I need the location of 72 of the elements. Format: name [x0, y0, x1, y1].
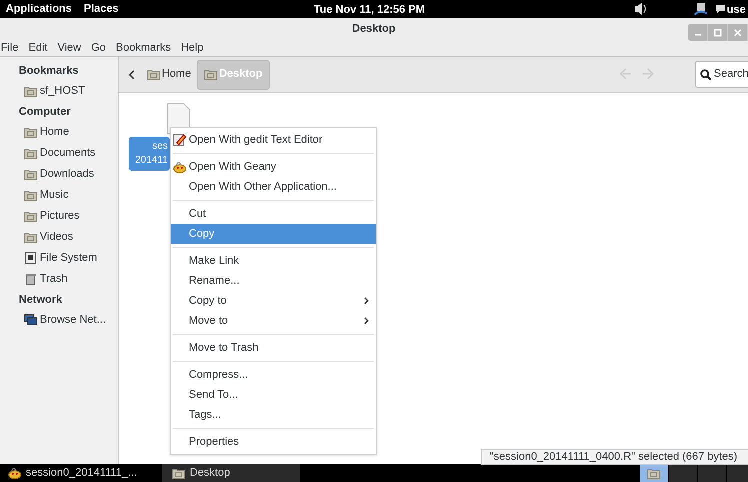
sidebar-item[interactable]: Browse Net... — [0, 310, 118, 331]
sidebar-item[interactable]: Music — [0, 185, 118, 206]
folder-icon — [24, 126, 38, 139]
sidebar-item[interactable]: Pictures — [0, 206, 118, 227]
menu-item[interactable]: Compress... — [171, 365, 376, 385]
menu-item[interactable]: Help — [176, 40, 209, 56]
menu-item[interactable]: Open With gedit Text Editor — [171, 130, 376, 150]
back-arrow-icon — [619, 68, 633, 80]
status-text: "session0_20141111_0400.R" selected (667 bytes) — [481, 449, 748, 465]
menu-item[interactable]: Open With Other Application... — [171, 177, 376, 197]
taskbar-button[interactable]: Desktop — [162, 464, 300, 482]
workspace-button[interactable] — [727, 464, 748, 482]
close-icon — [734, 28, 742, 36]
path-button[interactable]: Home — [143, 60, 196, 90]
menu-item[interactable]: Cut — [171, 204, 376, 224]
folder-icon — [24, 147, 38, 160]
folder-icon — [24, 231, 38, 244]
menu-item[interactable]: Copy to — [171, 291, 376, 311]
menu-item[interactable]: Move to Trash — [171, 338, 376, 358]
sidebar-item[interactable]: sf_HOST — [0, 81, 118, 102]
folder-icon — [647, 466, 661, 480]
menu-item[interactable]: File — [1, 40, 24, 56]
sidebar-item[interactable]: Trash — [0, 269, 118, 290]
trash-icon — [24, 273, 38, 286]
folder-icon — [24, 210, 38, 223]
folder-icon — [24, 85, 38, 98]
sidebar-item[interactable]: Home — [0, 122, 118, 143]
chat-icon — [715, 3, 726, 15]
lamp-icon — [8, 466, 22, 480]
menu-item[interactable]: Move to — [171, 311, 376, 331]
chevron-left-icon — [127, 68, 137, 80]
sidebar-item[interactable]: Downloads — [0, 164, 118, 185]
workspace-button[interactable] — [698, 464, 727, 482]
clock[interactable]: Tue Nov 11, 12:56 PM — [314, 2, 426, 18]
top-menu[interactable]: Applications — [6, 0, 72, 18]
menu-item[interactable]: View — [52, 40, 86, 56]
menu-item[interactable]: Rename... — [171, 271, 376, 291]
workspace-button[interactable] — [669, 464, 698, 482]
menu-item[interactable]: Properties — [171, 432, 376, 452]
user-name[interactable]: use — [727, 2, 746, 18]
computer-icon — [24, 314, 38, 327]
folder-icon — [24, 168, 38, 181]
menu-item[interactable]: Make Link — [171, 251, 376, 271]
folder-icon — [204, 68, 218, 81]
search-icon — [700, 68, 712, 80]
user-icon — [694, 2, 708, 16]
top-menu[interactable]: Places — [84, 0, 119, 18]
sidebar-item[interactable]: Documents — [0, 143, 118, 164]
sidebar-item[interactable]: Videos — [0, 227, 118, 248]
maximize-icon — [714, 28, 722, 36]
section-heading: Computer — [18, 105, 72, 120]
drive-icon — [24, 252, 38, 265]
forward-arrow-icon — [641, 68, 655, 80]
sidebar-item[interactable]: File System — [0, 248, 118, 269]
folder-icon — [24, 189, 38, 202]
speaker-icon — [634, 2, 648, 16]
menu-item[interactable]: Edit — [24, 40, 53, 56]
folder-icon — [172, 466, 186, 480]
taskbar-button[interactable]: session0_20141111_... — [0, 464, 162, 482]
search-button[interactable]: Search — [695, 61, 748, 88]
menu-item[interactable]: Go — [86, 40, 112, 56]
lamp-icon — [173, 160, 187, 174]
menu-item[interactable]: Bookmarks — [111, 40, 176, 56]
menu-item[interactable]: Tags... — [171, 405, 376, 425]
menu-item[interactable]: Send To... — [171, 385, 376, 405]
section-heading: Network — [18, 293, 64, 308]
folder-icon — [147, 68, 161, 81]
section-heading: Bookmarks — [18, 64, 80, 79]
window-title: Desktop — [352, 22, 396, 37]
pencil-icon — [173, 133, 187, 147]
workspace-button[interactable] — [640, 464, 669, 482]
menu-item[interactable]: Open With Geany — [171, 157, 376, 177]
